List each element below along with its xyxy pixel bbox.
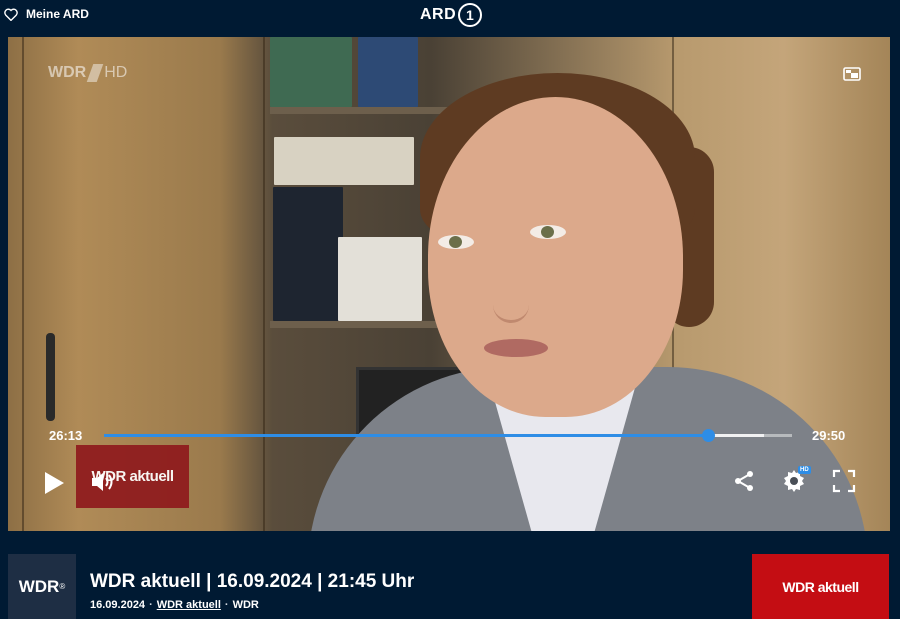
play-icon[interactable] bbox=[42, 470, 66, 501]
book bbox=[358, 37, 418, 107]
cabinet-edge bbox=[22, 37, 24, 531]
progress-handle[interactable] bbox=[702, 429, 716, 442]
top-bar: Meine ARD ARD 1 bbox=[0, 0, 900, 34]
registered-mark: ® bbox=[59, 582, 66, 591]
current-time: 26:13 bbox=[49, 428, 83, 443]
progress-bar[interactable] bbox=[104, 429, 792, 442]
show-teaser-card[interactable]: WDR aktuell bbox=[752, 554, 889, 619]
bookshelf bbox=[270, 321, 460, 328]
heart-icon bbox=[4, 8, 18, 21]
bookshelf bbox=[270, 107, 460, 114]
wdr-channel-logo[interactable]: WDR ® bbox=[8, 554, 76, 619]
person-eye bbox=[438, 235, 474, 249]
show-link[interactable]: WDR aktuell bbox=[157, 599, 221, 611]
video-channel: WDR bbox=[232, 599, 259, 611]
video-date: 16.09.2024 bbox=[90, 599, 146, 611]
meta-separator: · bbox=[224, 599, 229, 611]
meine-ard-label: Meine ARD bbox=[26, 7, 89, 21]
person-mouth bbox=[484, 339, 548, 357]
cabinet-edge bbox=[263, 37, 265, 531]
video-title: WDR aktuell | 16.09.2024 | 21:45 Uhr bbox=[90, 571, 415, 592]
fullscreen-icon[interactable] bbox=[832, 469, 856, 498]
person-eye bbox=[530, 225, 566, 239]
book bbox=[273, 187, 343, 321]
share-icon[interactable] bbox=[732, 469, 756, 498]
video-player[interactable]: WDR HD 26:13 29:50 WDR aktuell HD bbox=[8, 37, 890, 531]
hd-badge: HD bbox=[798, 466, 811, 474]
book bbox=[338, 237, 422, 321]
video-meta: 16.09.2024 · WDR aktuell · WDR bbox=[90, 599, 259, 611]
person-nose bbox=[493, 267, 529, 323]
ard-logo-one: 1 bbox=[458, 3, 483, 27]
person-face bbox=[428, 97, 683, 417]
settings-gear-icon[interactable]: HD bbox=[782, 466, 811, 498]
meine-ard-button[interactable]: Meine ARD bbox=[4, 7, 89, 21]
book bbox=[274, 137, 414, 185]
ard-logo-text: ARD bbox=[420, 6, 457, 23]
channel-logo-text: WDR bbox=[18, 576, 60, 596]
watermark-brand: WDR bbox=[48, 64, 87, 81]
book bbox=[270, 37, 352, 107]
progress-fill bbox=[104, 434, 709, 437]
volume-icon[interactable] bbox=[90, 470, 116, 499]
watermark-separator bbox=[86, 64, 104, 82]
cabinet-handle bbox=[46, 333, 55, 421]
picture-in-picture-icon[interactable] bbox=[843, 67, 861, 86]
total-duration: 29:50 bbox=[812, 428, 846, 443]
wdr-hd-watermark: WDR HD bbox=[48, 64, 127, 82]
video-info: WDR ® WDR aktuell | 16.09.2024 | 21:45 Uh… bbox=[0, 546, 900, 619]
ard-logo[interactable]: ARD 1 bbox=[420, 3, 483, 27]
watermark-quality: HD bbox=[104, 64, 128, 81]
meta-separator: · bbox=[149, 599, 153, 611]
